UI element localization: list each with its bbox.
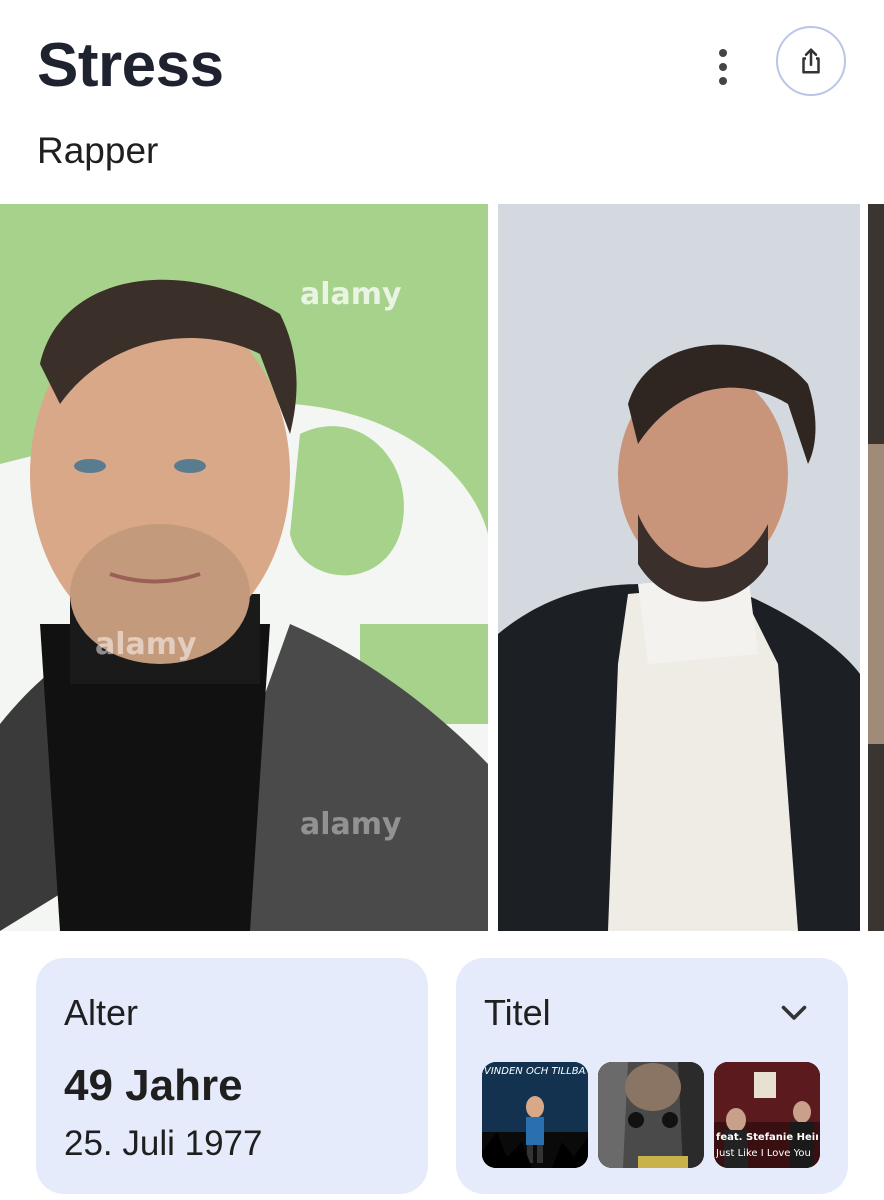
age-value: 49 Jahre xyxy=(64,1061,243,1110)
thumbnail-caption: VINDEN OCH TILLBAKA xyxy=(484,1066,586,1077)
chevron-down-icon[interactable] xyxy=(776,994,812,1030)
more-vert-icon-dot xyxy=(719,77,727,85)
age-label: Alter xyxy=(64,992,139,1033)
watermark-text: alamy xyxy=(300,277,402,312)
titles-label: Titel xyxy=(484,992,551,1033)
title-thumbnail[interactable]: VINDEN OCH TILLBAKA xyxy=(482,1062,588,1168)
more-vert-icon-dot xyxy=(719,63,727,71)
thumbnail-caption: Just Like I Love You xyxy=(716,1148,811,1159)
watermark-text: alamy xyxy=(300,807,402,842)
title-thumbnail[interactable]: feat. Stefanie Heinzmann Just Like I Lov… xyxy=(714,1062,820,1168)
header: Stress Rapper xyxy=(0,0,884,200)
page-title: Stress xyxy=(37,31,224,100)
more-options-button[interactable] xyxy=(700,44,746,90)
thumbnail-caption: feat. Stefanie Heinzmann xyxy=(716,1132,818,1143)
gallery-image-1[interactable]: alamy alamy alamy xyxy=(0,204,488,931)
page-subtitle: Rapper xyxy=(37,130,159,171)
watermark-text: alamy xyxy=(95,627,197,662)
age-card[interactable]: Alter 49 Jahre 25. Juli 1977 xyxy=(36,958,428,1194)
image-gallery[interactable]: alamy alamy alamy xyxy=(0,204,884,931)
gallery-image-2[interactable] xyxy=(498,204,860,931)
gallery-image-3[interactable] xyxy=(868,204,884,931)
title-thumbnail[interactable] xyxy=(598,1062,704,1168)
title-thumbnails: VINDEN OCH TILLBAKA xyxy=(482,1062,820,1168)
share-button[interactable] xyxy=(776,26,846,96)
more-vert-icon xyxy=(719,49,727,57)
titles-card[interactable]: Titel VINDEN OCH TILLBAKA xyxy=(456,958,848,1194)
share-icon xyxy=(802,48,820,74)
birth-date: 25. Juli 1977 xyxy=(64,1124,263,1163)
